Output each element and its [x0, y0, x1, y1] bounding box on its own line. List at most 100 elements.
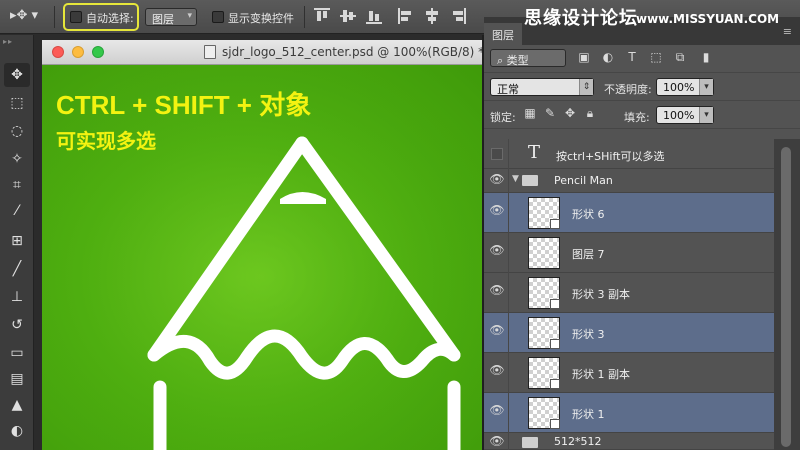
blend-mode-value: 正常: [497, 83, 519, 96]
lasso-tool-icon[interactable]: ◌: [4, 119, 30, 143]
document-titlebar[interactable]: sjdr_logo_512_center.psd @ 100%(RGB/8) *: [42, 40, 485, 65]
document-title: sjdr_logo_512_center.psd @ 100%(RGB/8) *: [222, 45, 485, 59]
layer-name: 图层 7: [572, 248, 605, 261]
blend-mode-dropdown[interactable]: 正常 ⇕: [490, 78, 594, 96]
align-bottom-icon[interactable]: [366, 8, 382, 24]
layer-row[interactable]: 👁︎ 形状 3 副本: [484, 273, 774, 313]
layer-row[interactable]: 👁︎ 形状 6: [484, 193, 774, 233]
watermark-url: www.MISSYUAN.COM: [636, 12, 780, 26]
zoom-window-icon[interactable]: [92, 46, 104, 58]
align-top-icon[interactable]: [314, 8, 330, 24]
scrollbar-thumb[interactable]: [781, 147, 791, 447]
layer-row[interactable]: 👁︎ 形状 1: [484, 393, 774, 433]
move-tool-preset-icon[interactable]: ▸✥ ▾: [10, 8, 44, 26]
show-transform-checkbox[interactable]: [212, 11, 224, 23]
move-tool-icon[interactable]: ✥: [4, 63, 30, 87]
shape-badge-icon: [550, 299, 560, 309]
separator: [508, 169, 509, 193]
separator: [508, 313, 509, 353]
layer-name: 按ctrl+SHift可以多选: [556, 150, 665, 163]
history-brush-tool-icon[interactable]: ↺: [4, 313, 30, 337]
eyedropper-tool-icon[interactable]: ⁄: [4, 199, 30, 223]
lock-position-icon[interactable]: ✥: [562, 106, 578, 122]
eye-icon[interactable]: 👁︎: [488, 203, 506, 221]
magic-wand-tool-icon[interactable]: ✧: [4, 147, 30, 171]
gradient-tool-icon[interactable]: ▤: [4, 367, 30, 391]
layer-row[interactable]: 👁︎ 形状 3: [484, 313, 774, 353]
filter-toggle-icon[interactable]: ▮: [698, 50, 714, 66]
marquee-tool-icon[interactable]: ⬚: [4, 91, 30, 115]
filter-pixel-icon[interactable]: ▣: [576, 50, 592, 66]
filter-shape-icon[interactable]: ⬚: [648, 50, 664, 66]
lock-transparent-icon[interactable]: ▦: [522, 106, 538, 122]
eye-icon[interactable]: 👁︎: [488, 323, 506, 341]
eye-icon[interactable]: 👁︎: [488, 403, 506, 421]
fill-field[interactable]: 100% ▾: [656, 106, 714, 124]
minimize-window-icon[interactable]: [72, 46, 84, 58]
filter-adjustment-icon[interactable]: ◐: [600, 50, 616, 66]
layer-filter-row: ⌕ 类型 ▣ ◐ T ⬚ ⧉ ▮: [484, 45, 800, 73]
lock-label: 锁定:: [490, 111, 516, 124]
align-vcenter-icon[interactable]: [340, 8, 356, 24]
filter-type-icon[interactable]: T: [624, 50, 640, 66]
tab-layers[interactable]: 图层: [484, 23, 522, 45]
eye-icon[interactable]: 👁︎: [488, 172, 506, 190]
filter-kind-dropdown[interactable]: ⌕ 类型: [490, 49, 566, 67]
layer-name: 形状 6: [572, 208, 605, 221]
crop-tool-icon[interactable]: ⌗: [4, 173, 30, 197]
layers-scrollbar[interactable]: [774, 139, 800, 450]
pencil-logo-artwork: [42, 65, 482, 450]
lock-all-icon[interactable]: 🔒︎: [582, 106, 598, 122]
layer-group-pencil-man[interactable]: 👁︎ ▼ Pencil Man: [484, 169, 774, 193]
close-window-icon[interactable]: [52, 46, 64, 58]
panel-menu-icon[interactable]: ≡: [783, 25, 792, 38]
separator: [508, 233, 509, 273]
group-name: Pencil Man: [554, 174, 613, 187]
eye-icon[interactable]: 👁︎: [488, 434, 506, 450]
shape-thumbnail: [528, 357, 560, 389]
eye-icon[interactable]: 👁︎: [488, 363, 506, 381]
layer-row[interactable]: 👁︎ 图层 7: [484, 233, 774, 273]
stamp-tool-icon[interactable]: ⊥: [4, 285, 30, 309]
eraser-tool-icon[interactable]: ▭: [4, 341, 30, 365]
chevron-down-icon: ⇕: [579, 79, 593, 95]
layer-name: 形状 3 副本: [572, 288, 630, 301]
layer-row-text[interactable]: T 按ctrl+SHift可以多选: [484, 139, 774, 169]
shape-thumbnail: [528, 397, 560, 429]
folder-icon: [522, 437, 538, 448]
panel-grip[interactable]: ▸▸: [3, 37, 13, 46]
healing-brush-tool-icon[interactable]: ⊞: [4, 229, 30, 253]
shape-thumbnail: [528, 317, 560, 349]
layer-group-512[interactable]: 👁︎ 512*512: [484, 433, 774, 450]
blur-tool-icon[interactable]: ▲: [4, 393, 30, 417]
tools-panel: ▸▸ ✥ ⬚ ◌ ✧ ⌗ ⁄ ⊞ ╱ ⊥ ↺ ▭ ▤ ▲ ◐: [0, 35, 34, 450]
show-transform-label: 显示变换控件: [228, 12, 294, 25]
opacity-label: 不透明度:: [604, 83, 652, 96]
lock-image-icon[interactable]: ✎: [542, 106, 558, 122]
psd-file-icon: [204, 45, 216, 59]
eye-icon[interactable]: 👁︎: [488, 283, 506, 301]
shape-thumbnail: [528, 277, 560, 309]
visibility-toggle-empty[interactable]: [491, 148, 503, 160]
filter-smart-object-icon[interactable]: ⧉: [672, 50, 688, 66]
align-right-icon[interactable]: [450, 8, 466, 24]
disclosure-triangle-icon[interactable]: ▼: [512, 174, 519, 184]
auto-select-label: 自动选择:: [86, 12, 134, 25]
align-hcenter-icon[interactable]: [424, 8, 440, 24]
fill-label: 填充:: [624, 111, 650, 124]
auto-select-checkbox[interactable]: [70, 11, 82, 23]
fill-value: 100%: [663, 109, 695, 122]
filter-kind-value: 类型: [506, 54, 529, 67]
separator: [508, 353, 509, 393]
chevron-down-icon: ▾: [699, 79, 713, 95]
opacity-field[interactable]: 100% ▾: [656, 78, 714, 96]
align-left-icon[interactable]: [398, 8, 414, 24]
canvas[interactable]: CTRL + SHIFT + 对象 可实现多选: [42, 65, 482, 450]
watermark-text: 思缘设计论坛: [524, 8, 638, 29]
eye-icon[interactable]: 👁︎: [488, 243, 506, 261]
brush-tool-icon[interactable]: ╱: [4, 257, 30, 281]
blend-row: 正常 ⇕ 不透明度: 100% ▾: [484, 73, 800, 101]
layer-row[interactable]: 👁︎ 形状 1 副本: [484, 353, 774, 393]
auto-select-dropdown[interactable]: 图层: [145, 8, 197, 26]
dodge-tool-icon[interactable]: ◐: [4, 419, 30, 443]
